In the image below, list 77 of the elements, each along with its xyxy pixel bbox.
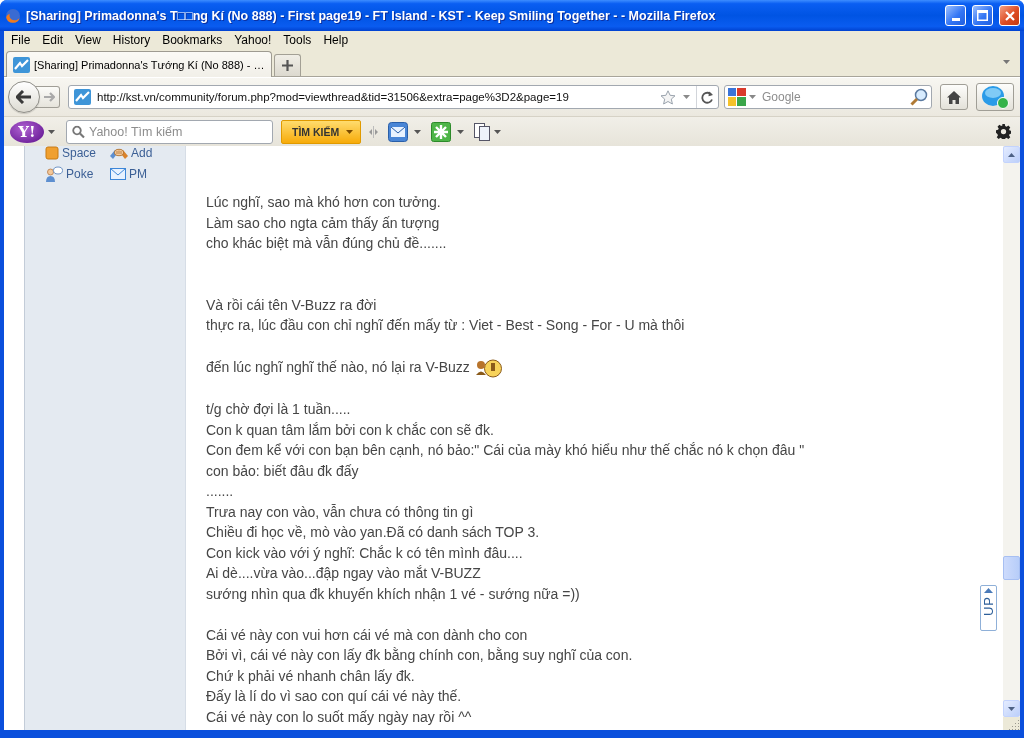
reload-icon xyxy=(701,90,714,104)
post-paragraph: Và rồi cái tên V-Buzz ra đời thực ra, lúc đầu con chỉ nghĩ đến mấy từ : Viet - Best - Song - For - U mà thôi xyxy=(206,296,685,333)
search-icon xyxy=(72,125,85,138)
browser-tab[interactable]: [Sharing] Primadonna's Tướng Kí (No 888) - … xyxy=(6,51,273,77)
person-bubble-icon xyxy=(45,166,63,182)
search-field[interactable]: Google xyxy=(724,85,932,109)
search-button[interactable]: TÌM KIẾM xyxy=(281,119,362,144)
post-paragraph: t/g chờ đợi là 1 tuần..... Con k quan tâm lắm bởi con k chắc con sẽ đk. Con đem kể với con bạn bên cạnh, nó bảo:" Cái của mày khó hiểu như thế chắc nó k chọn đâu " con bảo: biết đâu đk đấy ....... Trưa nay con vào, vẫn chưa có thông tin gì Chiều đi học về, mò vào yan.Đã có danh sách TOP 3. Con kick vào với ý nghĩ: Chắc k có tên mình đâu.... Ai dè....vừa vào...đập ngay vào mắt V-BUZZ sướng nhìn qua đk khuyến khích nhận 1 vé - sướng nữa =)) xyxy=(206,401,805,602)
square-icon xyxy=(45,146,59,160)
plus-icon xyxy=(282,60,294,71)
sidebar-link[interactable]: PM xyxy=(110,167,175,181)
menu-item[interactable]: Tools xyxy=(277,31,318,48)
scroll-down-button[interactable] xyxy=(1003,700,1020,717)
minimize-button[interactable] xyxy=(945,5,966,26)
caret-icon[interactable] xyxy=(749,95,756,99)
pages-button[interactable] xyxy=(474,122,491,141)
search-field[interactable]: Yahoo! Tìm kiếm xyxy=(66,119,273,144)
logo[interactable]: Y! xyxy=(10,120,44,143)
menu-item[interactable]: Edit xyxy=(36,31,70,48)
menu-item[interactable]: File xyxy=(5,31,37,48)
settings-button[interactable] xyxy=(996,124,1011,139)
forward-arrow-icon xyxy=(44,92,55,102)
handshake-icon xyxy=(110,146,128,160)
caret-up-icon xyxy=(1008,152,1015,157)
sidebar-link[interactable]: Add xyxy=(110,146,175,160)
scroll-up-button[interactable] xyxy=(1003,146,1020,163)
cloud-phone-icon xyxy=(981,85,1009,109)
menu-item[interactable]: Bookmarks xyxy=(156,31,229,48)
site-icon xyxy=(74,89,91,105)
post-paragraph: Lúc nghĩ, sao mà khó hơn con tưởng. Làm sao cho ngta cảm thấy ấn tượng cho khác biệt mà vẫn đúng chủ đề....... xyxy=(206,194,447,251)
menu-item[interactable]: Help xyxy=(317,31,355,48)
caret-icon xyxy=(48,129,55,134)
home-button[interactable] xyxy=(940,84,968,110)
post-paragraph: Cái vé này con vui hơn cái vé mà con dành cho con Bởi vì, cái vé này con lấy đk bằng chính con, bằng suy nghĩ của con. Chứ k phải vé nhanh chân lấy đk. Đấy là lí do vì sao con quí cái vé này thế. Cái vé này con lo suốt mấy ngày nay rồi ^^ xyxy=(206,626,633,725)
caret-icon xyxy=(494,129,502,134)
sidebar-link[interactable]: Space xyxy=(45,146,110,160)
blocks-icon xyxy=(728,88,746,106)
caret-icon xyxy=(1003,60,1010,64)
window-title: [Sharing] Primadonna's T□□ng Kí (No 888) - First page19 - FT Island - KST - Keep Smiling Together - - Mozilla Firefox xyxy=(26,8,717,23)
answers-button[interactable] xyxy=(431,121,452,142)
caret-icon xyxy=(414,129,422,134)
envelope-icon xyxy=(110,168,126,180)
call-button[interactable] xyxy=(976,83,1014,111)
back-to-top-button[interactable]: UP xyxy=(980,585,997,631)
settings-icon xyxy=(996,124,1011,139)
menu-item[interactable]: View xyxy=(69,31,107,48)
post-paragraph: đến lúc nghĩ nghĩ thế nào, nó lại ra V-Buzz xyxy=(206,359,470,375)
address-field[interactable]: http://kst.vn/community/forum.php?mod=viewthread&tid=31506&extra=page%3D2&page=19 xyxy=(68,85,719,109)
mail-icon xyxy=(388,121,409,142)
scroll-thumb[interactable] xyxy=(1003,556,1020,580)
asterisk-icon xyxy=(431,121,452,142)
search-icon[interactable] xyxy=(910,88,928,106)
new-tab-button[interactable] xyxy=(274,54,302,76)
bookmark-star-icon[interactable] xyxy=(660,89,676,105)
caret-up-icon xyxy=(984,588,993,593)
caret-icon xyxy=(457,129,465,134)
grip-icon xyxy=(369,125,379,138)
pages-icon xyxy=(474,122,491,141)
maximize-button[interactable] xyxy=(972,5,993,26)
menu-item[interactable]: History xyxy=(106,31,157,48)
minimize-icon xyxy=(951,18,960,21)
close-icon xyxy=(1004,10,1015,21)
site-icon xyxy=(13,56,30,73)
caret-icon xyxy=(346,129,354,134)
back-arrow-icon xyxy=(16,90,32,104)
tab-list-button[interactable] xyxy=(1001,58,1012,66)
sidebar-link[interactable]: Poke xyxy=(45,167,110,181)
back-button[interactable] xyxy=(8,81,40,113)
maximize-icon xyxy=(977,10,988,21)
caret-icon[interactable] xyxy=(683,95,690,99)
caret-down-icon xyxy=(1008,706,1015,711)
resize-grip-icon xyxy=(1009,719,1020,730)
app-icon xyxy=(5,7,21,24)
mail-button[interactable] xyxy=(388,121,409,142)
home-icon xyxy=(947,90,961,104)
menu-item[interactable]: Yahoo! xyxy=(228,31,278,48)
close-button[interactable] xyxy=(999,5,1020,26)
